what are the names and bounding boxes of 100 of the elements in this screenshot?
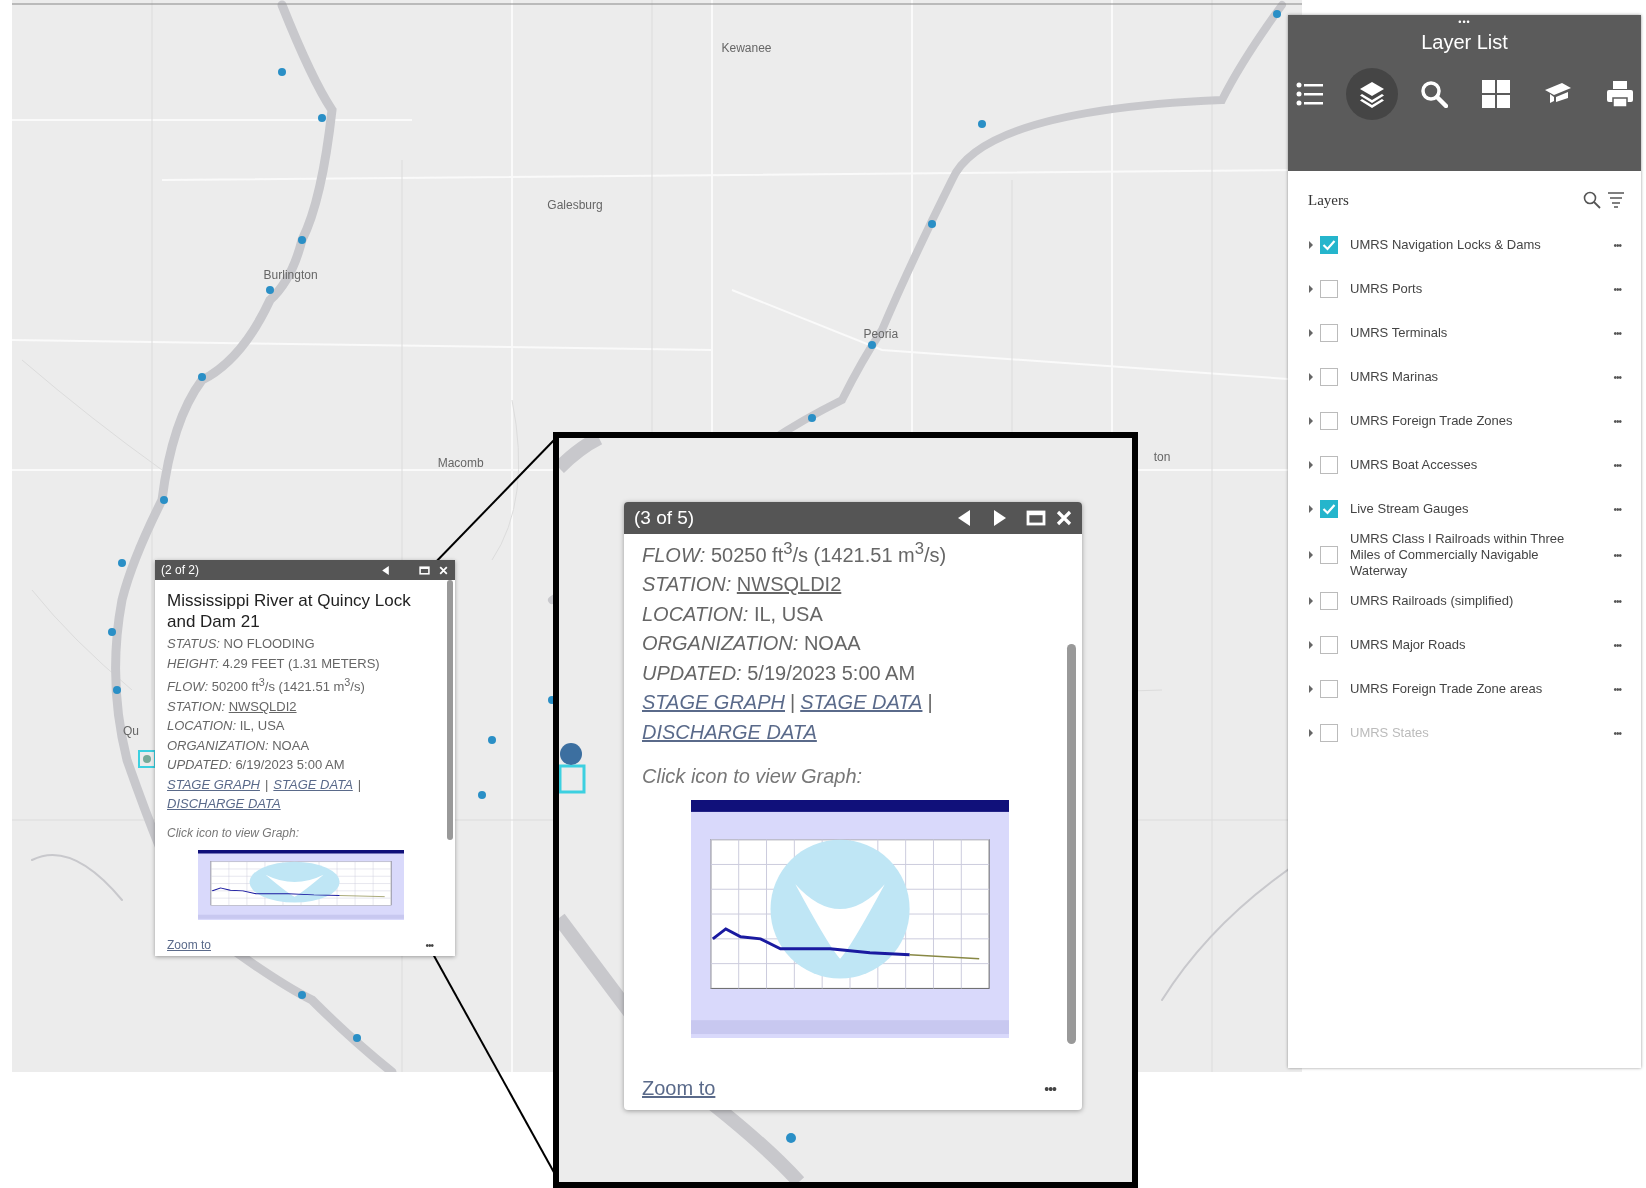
layer-name[interactable]: UMRS Class I Railroads within Three Miles of Commercially Navigable Waterway [1350,531,1608,579]
expand-arrow-icon[interactable] [1308,729,1314,737]
layer-name[interactable]: UMRS Railroads (simplified) [1350,593,1608,609]
layer-checkbox[interactable] [1320,412,1338,430]
hydrograph-thumbnail[interactable] [198,849,404,920]
close-icon[interactable] [1054,508,1074,528]
gauge-marker[interactable] [478,791,486,799]
attribute-line: FLOW: 50250 ft$^{3}$/s (1421.51 m$^{3}$/s) [642,538,948,568]
gauge-marker[interactable] [298,236,306,244]
layer-checkbox[interactable] [1320,546,1338,564]
more-options-button[interactable]: ••• [1613,727,1621,739]
filter-icon[interactable] [1607,191,1625,209]
previous-icon[interactable] [380,564,391,576]
layer-checkbox[interactable] [1320,636,1338,654]
drag-handle[interactable]: ••• [1458,17,1471,27]
gauge-marker[interactable] [298,991,306,999]
gauge-marker[interactable] [928,220,936,228]
popup-title: Mississippi River at Quincy Lock and Dam 21 [167,590,412,632]
list-icon [1295,81,1324,107]
layer-checkbox[interactable] [1320,236,1338,254]
expand-arrow-icon[interactable] [1308,329,1314,337]
gauge-marker[interactable] [786,1133,796,1143]
layer-name[interactable]: UMRS Major Roads [1350,637,1608,653]
layer-checkbox[interactable] [1320,280,1338,298]
layer-checkbox[interactable] [1320,500,1338,518]
gauge-marker[interactable] [118,559,126,567]
more-options-button[interactable]: ••• [1613,327,1621,339]
place-label: Burlington [263,268,318,282]
expand-arrow-icon[interactable] [1308,285,1314,293]
layer-checkbox[interactable] [1320,324,1338,342]
expand-arrow-icon[interactable] [1308,597,1314,605]
layer-name[interactable]: UMRS Terminals [1350,325,1608,341]
more-options-button[interactable]: ••• [1613,639,1621,651]
more-options-button[interactable]: ••• [425,939,433,951]
place-label: ton [1153,450,1171,465]
gauge-marker[interactable] [353,1034,361,1042]
popup-link[interactable]: DISCHARGE DATA [642,720,817,743]
layer-name[interactable]: UMRS Boat Accesses [1350,457,1608,473]
place-label: Galesburg [547,198,603,213]
gauge-marker[interactable] [318,114,326,122]
gauge-marker[interactable] [266,286,274,294]
more-options-button[interactable]: ••• [1613,283,1621,295]
popup-link[interactable]: STAGE GRAPH [167,776,260,792]
more-options-button[interactable]: ••• [1613,459,1621,471]
expand-arrow-icon[interactable] [1308,461,1314,469]
place-label: Kewanee [721,40,772,55]
gauge-marker[interactable] [160,496,168,504]
maximize-icon[interactable] [1026,508,1046,528]
attribute-line: LOCATION: IL, USA [167,717,286,736]
toolbar-button[interactable] [1345,68,1398,120]
layer-name[interactable]: Live Stream Gauges [1350,501,1608,517]
graph-caption: Click icon to view Graph: [642,765,864,789]
more-options-button[interactable]: ••• [1613,415,1621,427]
layer-name[interactable]: UMRS Foreign Trade Zones [1350,413,1608,429]
popup-link[interactable]: DISCHARGE DATA [167,796,281,812]
scrollbar[interactable] [1067,644,1076,1044]
layer-name[interactable]: UMRS Foreign Trade Zone areas [1350,681,1608,697]
more-options-button[interactable]: ••• [1613,683,1621,695]
more-options-button[interactable]: ••• [1613,595,1621,607]
gauge-marker[interactable] [1273,10,1281,18]
layer-name[interactable]: UMRS Marinas [1350,369,1608,385]
popup-link[interactable]: STAGE GRAPH [642,691,785,714]
layer-checkbox[interactable] [1320,680,1338,698]
expand-arrow-icon[interactable] [1308,417,1314,425]
selection-marker-icon[interactable] [138,750,156,768]
gauge-marker[interactable] [108,628,116,636]
layer-name[interactable]: UMRS Navigation Locks & Dams [1350,237,1608,253]
layer-checkbox[interactable] [1320,592,1338,610]
gauge-marker[interactable] [868,341,876,349]
expand-arrow-icon[interactable] [1308,505,1314,513]
close-icon[interactable] [438,564,449,576]
expand-arrow-icon[interactable] [1308,241,1314,249]
more-options-button[interactable]: ••• [1613,239,1621,251]
popup-link[interactable]: STAGE DATA [800,691,923,714]
gauge-marker[interactable] [278,68,286,76]
search-icon[interactable] [1583,191,1601,209]
gauge-marker[interactable] [978,120,986,128]
expand-arrow-icon[interactable] [1308,373,1314,381]
maximize-icon[interactable] [419,564,430,576]
gauge-marker[interactable] [808,414,816,422]
zoom-to-link[interactable]: Zoom to [642,1077,716,1100]
expand-arrow-icon[interactable] [1308,685,1314,693]
gauge-marker[interactable] [488,736,496,744]
more-options-button[interactable]: ••• [1044,1080,1056,1097]
gauge-marker[interactable] [198,373,206,381]
selection-marker-icon[interactable] [559,743,586,794]
gauge-marker[interactable] [113,686,121,694]
popup-link[interactable]: STAGE DATA [273,776,353,792]
more-options-button[interactable]: ••• [1613,549,1621,561]
popup-counter: (3 of 5) [634,507,695,529]
expand-arrow-icon[interactable] [1308,641,1314,649]
layer-checkbox[interactable] [1320,456,1338,474]
more-options-button[interactable]: ••• [1613,371,1621,383]
more-options-button[interactable]: ••• [1613,503,1621,515]
expand-arrow-icon[interactable] [1308,551,1314,559]
zoom-to-link[interactable]: Zoom to [167,938,211,952]
hydrograph-thumbnail[interactable] [691,800,1009,1039]
layer-name[interactable]: UMRS Ports [1350,281,1608,297]
scrollbar[interactable] [447,580,453,840]
layer-checkbox[interactable] [1320,368,1338,386]
